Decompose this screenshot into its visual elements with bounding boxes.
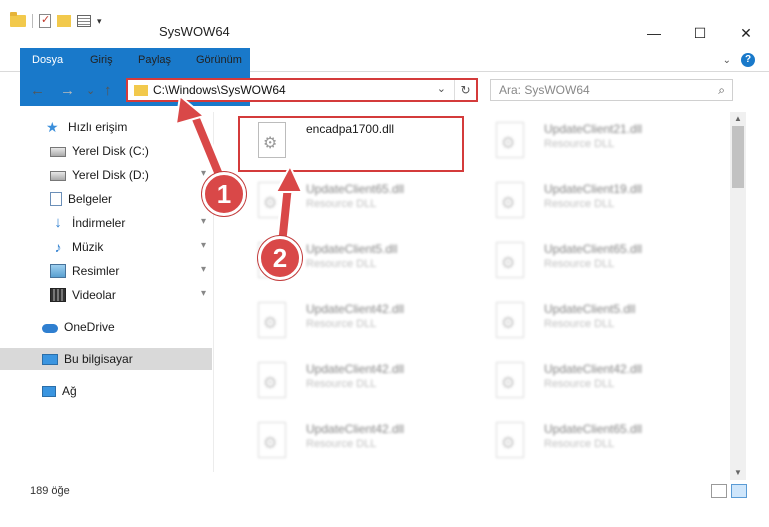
callout-arrow-2	[274, 163, 304, 251]
callout-arrows	[174, 94, 304, 251]
callout-arrow-1	[174, 94, 229, 189]
callout-badge-2: 2	[258, 236, 302, 280]
callout-badge-1: 1	[202, 172, 246, 216]
